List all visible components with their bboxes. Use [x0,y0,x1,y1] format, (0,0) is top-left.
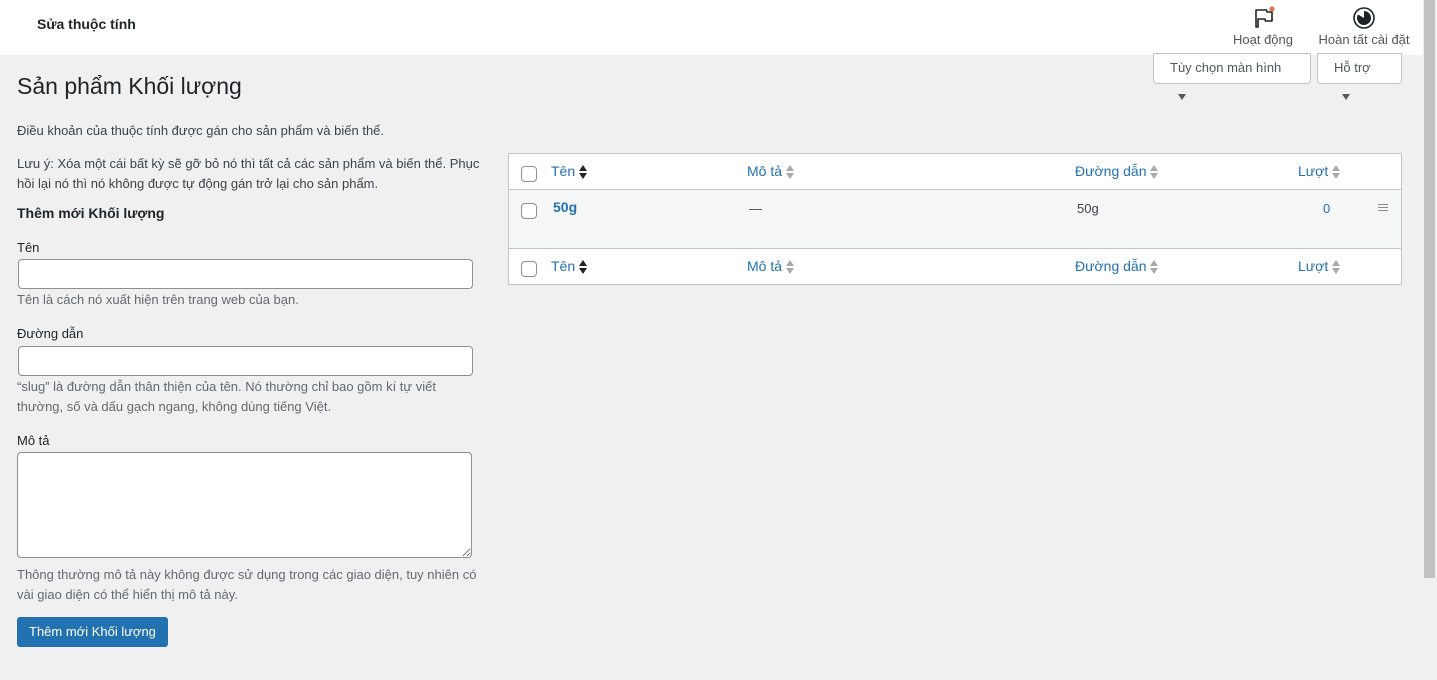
sort-icon [1332,260,1341,275]
name-help-text: Tên là cách nó xuất hiện trên trang web … [17,292,299,307]
top-header-bar: Sửa thuộc tính Hoạt động Hoàn tất cài đặ… [0,0,1423,55]
column-footer-count[interactable]: Lượt [1298,258,1341,275]
page-title: Sản phẩm Khối lượng [17,73,242,99]
column-header-description[interactable]: Mô tả [747,163,795,180]
select-all-checkbox[interactable] [521,166,537,182]
column-header-count[interactable]: Lượt [1298,163,1341,180]
column-slug-label: Đường dẫn [1075,163,1147,179]
page-description: Điều khoản của thuộc tính được gán cho s… [17,123,385,138]
help-button[interactable]: Hỗ trợ [1317,53,1402,100]
term-name-link[interactable]: 50g [553,199,577,215]
column-name-label: Tên [551,163,576,179]
column-footer-description[interactable]: Mô tả [747,258,795,275]
table-footer-row: Tên Mô tả Đường dẫn Lượt [509,248,1401,284]
column-count-label: Lượt [1298,163,1329,179]
sort-icon [579,260,588,275]
column-footer-name[interactable]: Tên [551,258,588,275]
column-description-label: Mô tả [747,258,783,274]
header-title: Sửa thuộc tính [37,16,136,32]
add-term-form-title: Thêm mới Khối lượng [17,205,165,221]
add-term-submit-button[interactable]: Thêm mới Khối lượng [17,617,168,647]
term-description: — [749,201,762,216]
column-slug-label: Đường dẫn [1075,258,1147,274]
finish-setup-label: Hoàn tất cài đặt [1318,32,1410,47]
description-textarea[interactable] [17,452,472,558]
progress-circle-icon [1313,6,1415,30]
drag-handle-icon[interactable] [1378,204,1388,212]
screen-options-button[interactable]: Tùy chọn màn hình [1153,53,1311,100]
sort-icon [786,165,795,180]
activity-label: Hoạt động [1233,32,1293,47]
finish-setup-button[interactable]: Hoàn tất cài đặt [1313,6,1415,47]
sort-icon [579,165,588,180]
select-all-checkbox-footer[interactable] [521,261,537,277]
screen-options-label: Tùy chọn màn hình [1170,60,1282,75]
flag-icon [1226,6,1300,30]
term-count-link[interactable]: 0 [1323,201,1330,216]
caret-down-icon [1178,93,1186,100]
column-header-name[interactable]: Tên [551,163,588,180]
activity-button[interactable]: Hoạt động [1226,6,1300,47]
column-header-slug[interactable]: Đường dẫn [1075,163,1159,180]
terms-table: Tên Mô tả Đường dẫn Lượt 50g — 50g 0 Tên… [508,153,1402,285]
help-label: Hỗ trợ [1334,60,1371,75]
scrollbar-thumb[interactable] [1424,0,1435,578]
slug-label: Đường dẫn [17,326,84,341]
sort-icon [1150,165,1159,180]
sort-icon [1150,260,1159,275]
description-help-text: Thông thường mô tả này không được sử dụn… [17,567,477,602]
notification-dot [1269,6,1275,12]
description-label: Mô tả [17,433,50,448]
table-header-row: Tên Mô tả Đường dẫn Lượt [509,154,1401,190]
sort-icon [1332,165,1341,180]
name-input[interactable] [18,259,473,289]
column-name-label: Tên [551,258,576,274]
name-label: Tên [17,240,40,255]
page-note: Lưu ý: Xóa một cái bất kỳ sẽ gỡ bỏ nó th… [17,156,480,191]
term-slug: 50g [1077,201,1099,216]
column-footer-slug[interactable]: Đường dẫn [1075,258,1159,275]
row-checkbox[interactable] [521,203,537,219]
column-count-label: Lượt [1298,258,1329,274]
caret-down-icon [1342,93,1350,100]
sort-icon [786,260,795,275]
page-scrollbar[interactable] [1423,0,1437,680]
table-row: 50g — 50g 0 [509,190,1401,248]
column-description-label: Mô tả [747,163,783,179]
slug-input[interactable] [18,346,473,376]
slug-help-text: “slug” là đường dẫn thân thiện của tên. … [17,379,436,414]
